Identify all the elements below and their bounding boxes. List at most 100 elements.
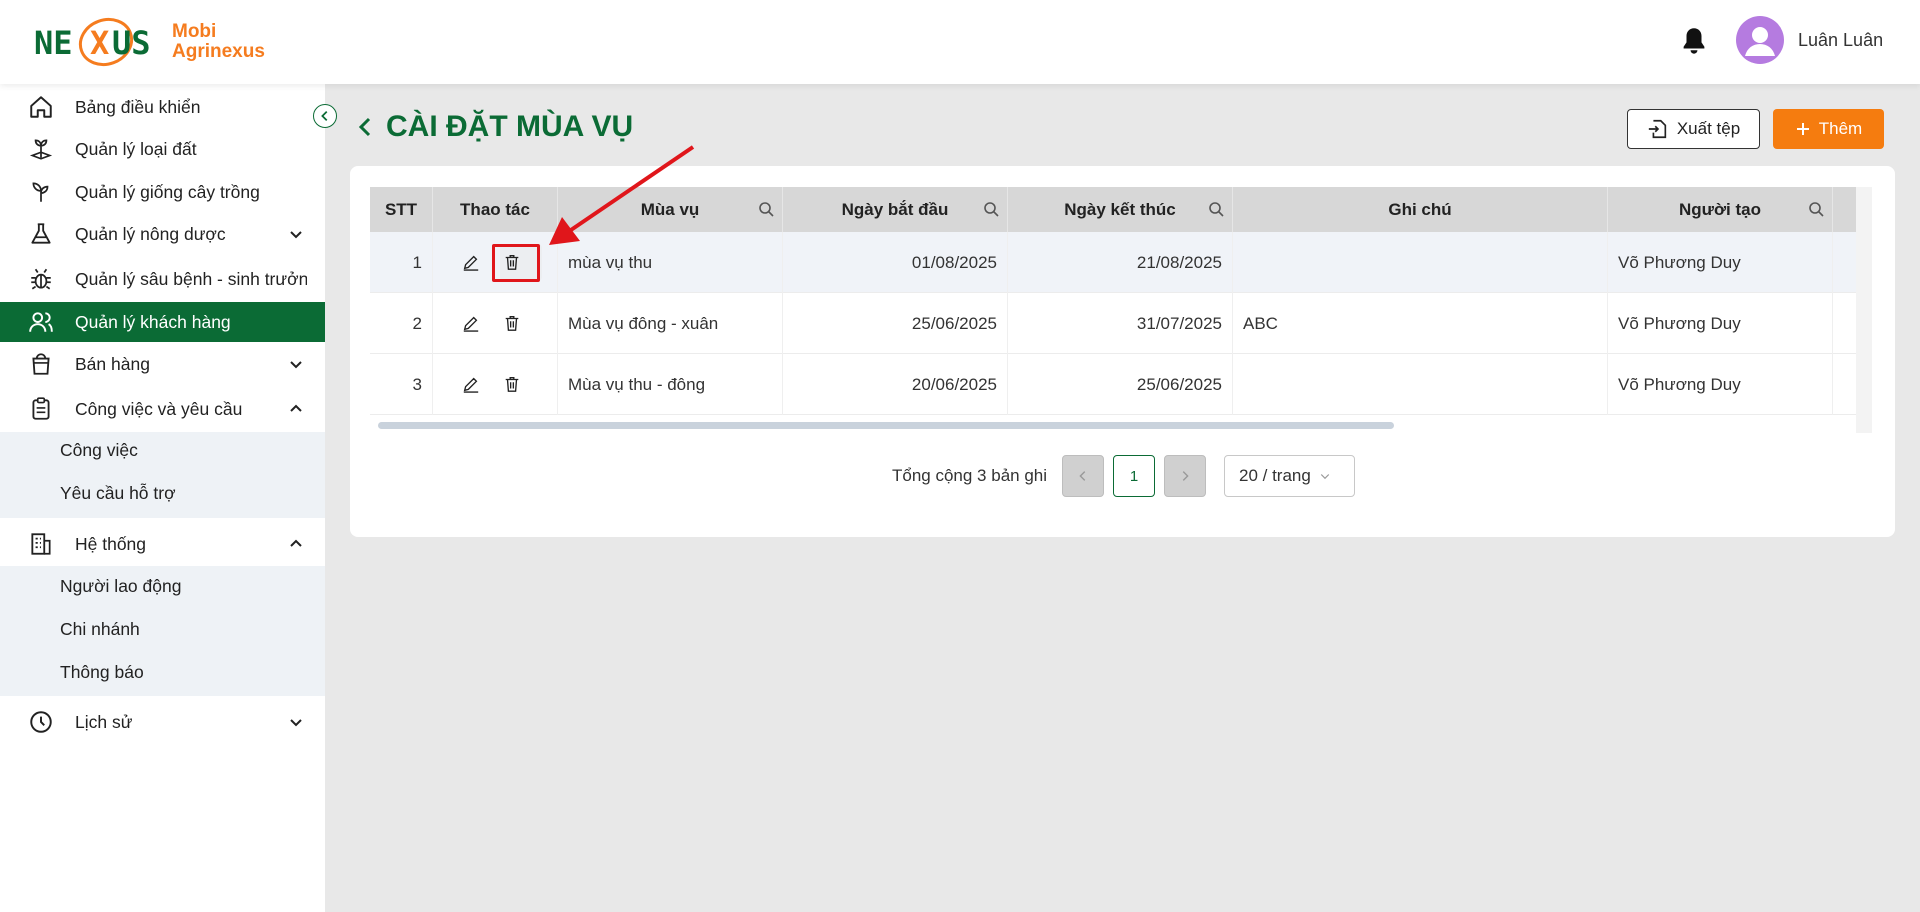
search-icon[interactable] — [1808, 201, 1824, 217]
soil-icon — [29, 139, 53, 160]
table-row[interactable]: 1 mùa vụ thu 01/08/2025 21/08/2025 Võ Ph… — [370, 232, 1856, 293]
column-header-start-date: Ngày bắt đầu — [783, 187, 1008, 232]
sidebar-item-customers[interactable]: Quản lý khách hàng — [0, 302, 325, 342]
cell-actions — [433, 354, 558, 415]
cell-creator: Võ Phương Duy — [1608, 354, 1833, 415]
cell-stt: 1 — [370, 232, 433, 293]
column-header-label: STT — [384, 199, 418, 219]
add-button[interactable]: Thêm — [1773, 109, 1884, 149]
search-icon[interactable] — [983, 201, 999, 217]
export-button[interactable]: Xuất tệp — [1627, 109, 1760, 149]
back-arrow-icon[interactable] — [356, 115, 374, 139]
clipboard-icon — [32, 397, 50, 420]
total-records: Tổng cộng 3 bản ghi — [892, 466, 1048, 485]
cell-creator: Võ Phương Duy — [1608, 232, 1833, 293]
sidebar-item-label: Bán hàng — [75, 353, 150, 374]
table-row[interactable]: 2 Mùa vụ đông - xuân 25/06/2025 31/07/20… — [370, 293, 1856, 354]
sidebar-item-history[interactable]: Lịch sử — [0, 702, 325, 742]
submenu-item-support[interactable]: Yêu cầu hỗ trợ — [60, 483, 176, 504]
column-header-note: Ghi chú — [1233, 187, 1608, 232]
next-page-button[interactable] — [1164, 455, 1206, 497]
column-header-actions: Thao tác — [433, 187, 558, 232]
sidebar-item-sales[interactable]: Bán hàng — [0, 344, 325, 384]
clock-icon — [30, 711, 52, 733]
page-size-select[interactable]: 20 / trang — [1224, 455, 1355, 497]
column-header-label: Ghi chú — [1388, 199, 1452, 219]
search-icon[interactable] — [758, 201, 774, 217]
delete-button[interactable] — [500, 311, 524, 335]
season-table: STT Thao tác Mùa vụ Ngày bắt đầu Ngày kế… — [370, 187, 1856, 436]
brand-logo[interactable]: NE X US Mobi Agrinexus — [34, 14, 265, 70]
sidebar-item-label: Bảng điều khiển — [75, 96, 201, 117]
delete-button[interactable] — [500, 250, 524, 274]
nexus-logo-icon: NE X US — [34, 17, 151, 67]
submenu-item-notifications[interactable]: Thông báo — [60, 662, 144, 683]
username-label[interactable]: Luân Luân — [1798, 30, 1883, 51]
submenu-item-workers[interactable]: Người lao động — [60, 576, 181, 597]
sidebar-item-dashboard[interactable]: Bảng điều khiển — [0, 87, 325, 127]
cell-start-date: 20/06/2025 — [783, 354, 1008, 415]
cell-end-date: 21/08/2025 — [1008, 232, 1233, 293]
cell-start-date: 01/08/2025 — [783, 232, 1008, 293]
cell-note — [1233, 354, 1608, 415]
user-avatar-icon — [1745, 27, 1775, 56]
cell-note: ABC — [1233, 293, 1608, 354]
edit-button[interactable] — [459, 372, 483, 396]
trash-icon — [505, 316, 519, 331]
submenu-item-branches[interactable]: Chi nhánh — [60, 619, 140, 640]
sidebar-item-system[interactable]: Hệ thống — [0, 524, 325, 564]
chevron-left-icon — [1079, 471, 1086, 481]
table-row[interactable]: 3 Mùa vụ thu - đông 20/06/2025 25/06/202… — [370, 354, 1856, 415]
sidebar-item-label: Công việc và yêu cầu — [75, 398, 243, 419]
chevron-up-icon — [290, 539, 302, 547]
sidebar-item-label: Quản lý loại đất — [75, 138, 197, 159]
cell-end-date: 25/06/2025 — [1008, 354, 1233, 415]
plus-icon — [1796, 123, 1809, 135]
trash-icon — [505, 377, 519, 392]
sidebar-item-pest[interactable]: Quản lý sâu bệnh - sinh trưởng — [0, 259, 325, 299]
sidebar-item-label: Quản lý nông dược — [75, 223, 226, 244]
page-number-button[interactable]: 1 — [1113, 455, 1155, 497]
plant-icon — [32, 182, 49, 202]
horizontal-scrollbar[interactable] — [378, 422, 1394, 429]
edit-button[interactable] — [459, 250, 483, 274]
prev-page-button[interactable] — [1062, 455, 1104, 497]
edit-pencil-icon — [463, 255, 479, 271]
chevron-right-icon — [1182, 471, 1189, 481]
chevron-down-icon — [290, 231, 302, 239]
brand-line-1: Mobi — [172, 21, 217, 42]
svg-text:X: X — [90, 24, 109, 62]
sidebar-item-work[interactable]: Công việc và yêu cầu — [0, 389, 325, 429]
cell-season: Mùa vụ đông - xuân — [558, 293, 783, 354]
vertical-scrollbar[interactable] — [1856, 187, 1872, 433]
sidebar-item-plant[interactable]: Quản lý giống cây trồng — [0, 172, 325, 212]
cell-stt: 2 — [370, 293, 433, 354]
cell-season: mùa vụ thu — [558, 232, 783, 293]
page-title: CÀI ĐẶT MÙA VỤ — [356, 110, 633, 144]
sidebar-item-label: Lịch sử — [75, 711, 133, 732]
cell-season: Mùa vụ thu - đông — [558, 354, 783, 415]
column-header-creator: Người tạo — [1608, 187, 1833, 232]
user-avatar[interactable] — [1736, 16, 1784, 64]
sidebar-item-pesticide[interactable]: Quản lý nông dược — [0, 214, 325, 254]
sidebar-item-label: Quản lý sâu bệnh - sinh trưởng — [75, 268, 307, 289]
notification-bell-icon[interactable] — [1680, 26, 1708, 56]
submenu-item-tasks[interactable]: Công việc — [60, 440, 138, 461]
edit-pencil-icon — [463, 316, 479, 332]
users-icon — [29, 312, 53, 332]
sidebar-item-soil[interactable]: Quản lý loại đất — [0, 129, 325, 169]
column-header-label: Ngày kết thúc — [1064, 199, 1176, 219]
chevron-down-icon — [290, 361, 302, 369]
delete-button[interactable] — [500, 372, 524, 396]
sidebar-item-label: Quản lý giống cây trồng — [75, 181, 260, 202]
bug-icon — [31, 268, 51, 290]
edit-button[interactable] — [459, 311, 483, 335]
top-header: NE X US Mobi Agrinexus Luân Luân — [0, 0, 1920, 84]
svg-text:US: US — [112, 24, 151, 62]
cell-end-date: 31/07/2025 — [1008, 293, 1233, 354]
sidebar-item-label: Quản lý khách hàng — [75, 311, 231, 332]
column-header-season: Mùa vụ — [558, 187, 783, 232]
search-icon[interactable] — [1208, 201, 1224, 217]
add-button-label: Thêm — [1818, 119, 1863, 138]
sidebar-collapse-button[interactable] — [313, 104, 337, 128]
